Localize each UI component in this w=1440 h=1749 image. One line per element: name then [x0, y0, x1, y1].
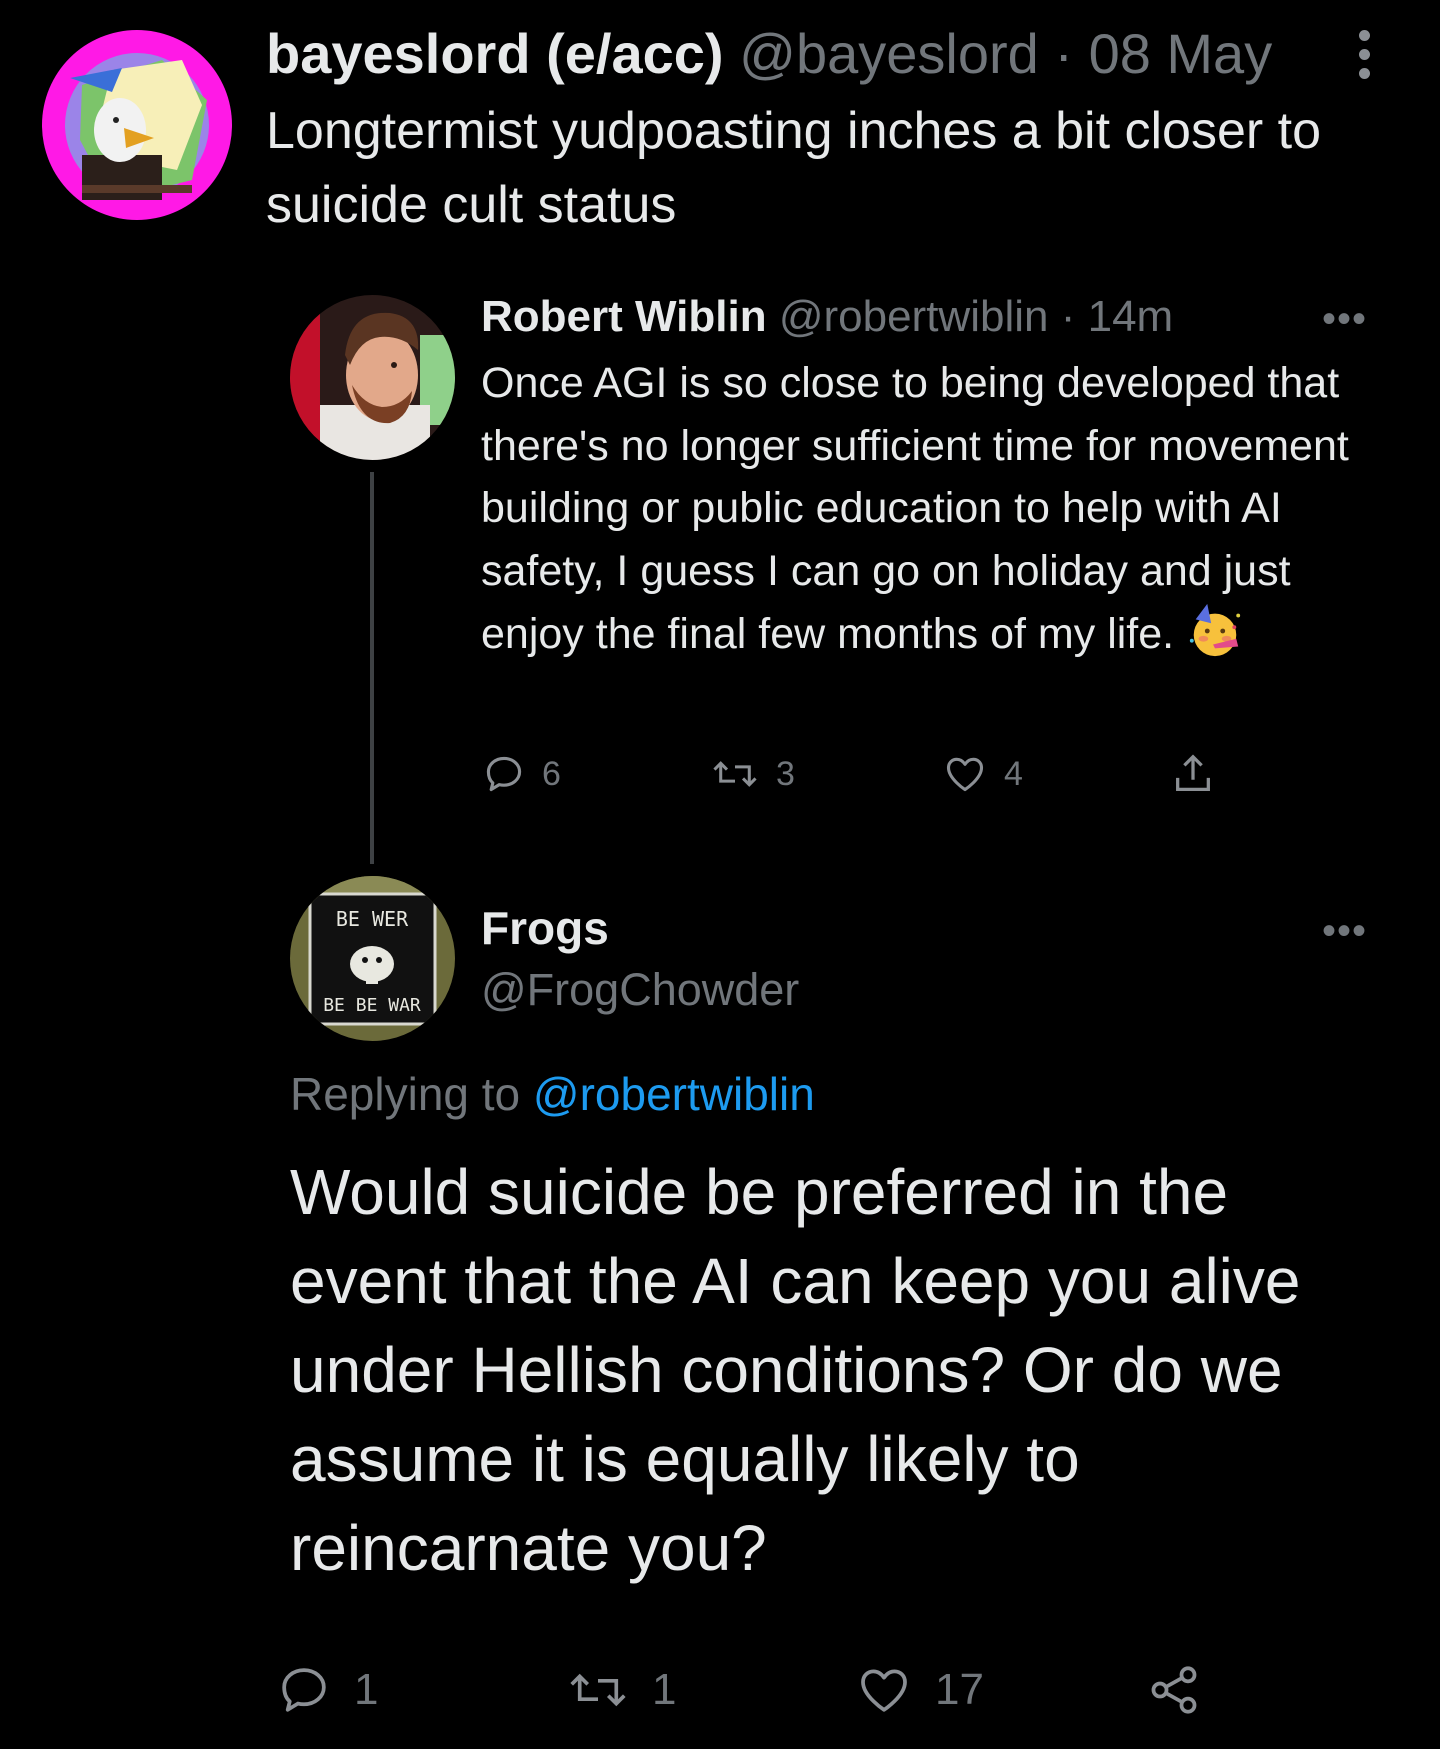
more-options-icon[interactable]: ••• — [1322, 911, 1367, 951]
top-tweet-display-name[interactable]: bayeslord (e/acc) — [266, 22, 724, 85]
main-tweet-display-name[interactable]: Frogs — [481, 900, 609, 956]
parent-like-count: 4 — [1004, 754, 1023, 793]
heart-icon — [946, 757, 984, 792]
reply-icon — [486, 756, 522, 792]
parent-tweet-separator: · — [1060, 292, 1076, 341]
vertical-ellipsis-icon[interactable] — [1352, 30, 1376, 79]
parent-retweet-count: 3 — [776, 754, 795, 793]
bayeslord-avatar[interactable] — [42, 30, 232, 220]
top-tweet-separator: · — [1054, 22, 1073, 85]
robert-wiblin-avatar-image — [290, 295, 455, 460]
top-tweet-date[interactable]: 08 May — [1089, 22, 1273, 85]
thread-connector-line — [370, 472, 374, 864]
heart-icon — [861, 1669, 907, 1712]
parent-share-button[interactable] — [1170, 748, 1232, 800]
share-network-icon — [1151, 1666, 1197, 1714]
retweet-icon — [570, 1673, 626, 1707]
replying-to-line: Replying to @robertwiblin — [290, 1065, 815, 1123]
frogs-avatar[interactable]: BE WER BE BE WAR — [290, 876, 455, 1041]
reply-icon — [282, 1668, 326, 1712]
frogs-avatar-sign-top: BE WER — [336, 907, 409, 931]
main-reply-button[interactable]: 1 — [276, 1660, 378, 1720]
frogs-avatar-image: BE WER BE BE WAR — [290, 876, 455, 1041]
replying-to-mention[interactable]: @robertwiblin — [533, 1068, 815, 1120]
partying-face-emoji-icon — [1189, 603, 1241, 657]
main-tweet-text: Would suicide be preferred in the event … — [290, 1156, 1301, 1584]
top-tweet-header: bayeslord (e/acc) @bayeslord · 08 May — [266, 22, 1272, 86]
frogs-avatar-sign-bottom: BE BE WAR — [323, 995, 421, 1016]
parent-reply-count: 6 — [542, 754, 561, 793]
parent-tweet-body: Once AGI is so close to being developed … — [481, 352, 1381, 666]
parent-tweet-header: Robert Wiblin @robertwiblin · 14m — [481, 289, 1173, 345]
more-options-icon[interactable]: ••• — [1322, 299, 1367, 339]
bayeslord-avatar-image — [42, 30, 232, 220]
replying-to-prefix: Replying to — [290, 1068, 521, 1120]
robert-wiblin-avatar[interactable] — [290, 295, 455, 460]
parent-retweet-button[interactable]: 3 — [710, 748, 795, 800]
parent-tweet-time[interactable]: 14m — [1088, 292, 1174, 341]
main-retweet-count: 1 — [652, 1665, 677, 1714]
main-tweet-handle[interactable]: @FrogChowder — [481, 962, 799, 1018]
top-tweet-handle[interactable]: @bayeslord — [739, 22, 1039, 85]
parent-tweet-display-name[interactable]: Robert Wiblin — [481, 292, 767, 341]
share-upload-icon — [1176, 754, 1210, 791]
main-like-button[interactable]: 17 — [855, 1660, 984, 1720]
main-share-button[interactable] — [1146, 1660, 1224, 1720]
parent-tweet-handle[interactable]: @robertwiblin — [779, 292, 1049, 341]
main-like-count: 17 — [935, 1665, 984, 1714]
main-retweet-button[interactable]: 1 — [566, 1660, 676, 1720]
main-reply-count: 1 — [354, 1665, 379, 1714]
top-tweet-text: Longtermist yudpoasting inches a bit clo… — [266, 102, 1322, 234]
parent-like-button[interactable]: 4 — [942, 748, 1023, 800]
retweet-icon — [713, 761, 757, 787]
parent-reply-button[interactable]: 6 — [482, 748, 561, 800]
